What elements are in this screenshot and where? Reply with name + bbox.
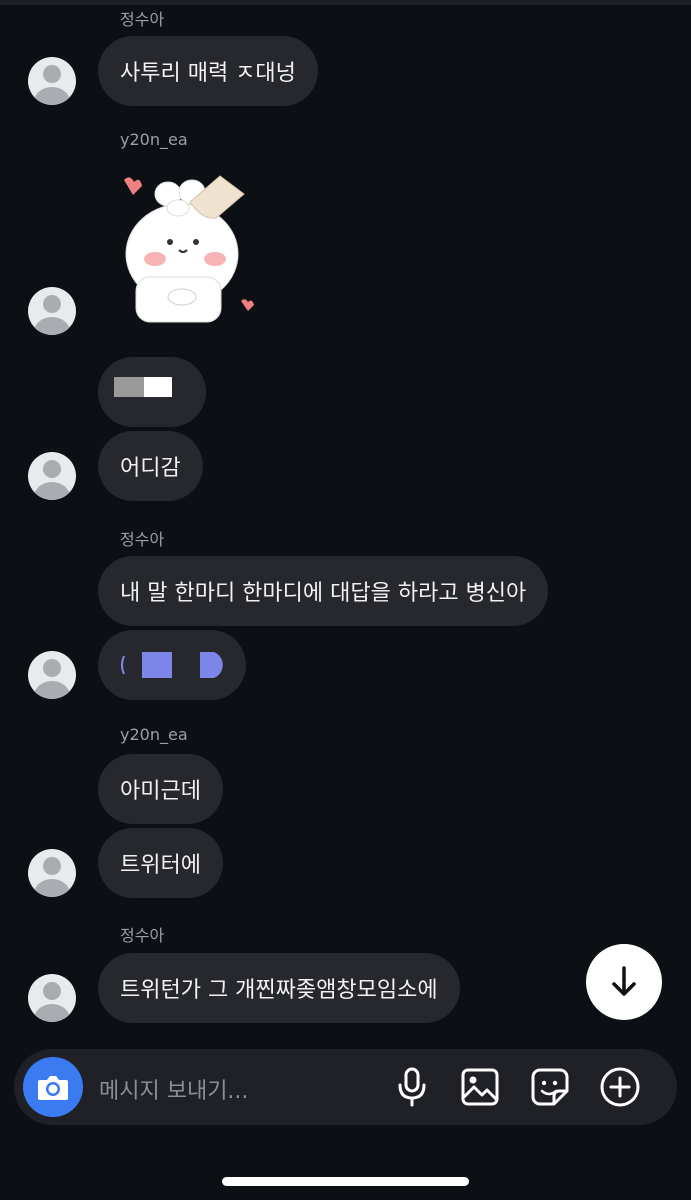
sticker-icon [531,1068,569,1106]
message-input[interactable]: 메시지 보내기... [99,1073,248,1105]
plus-button[interactable] [598,1065,642,1109]
camera-icon [38,1076,68,1100]
camera-button[interactable] [23,1057,83,1117]
avatar[interactable] [28,452,76,500]
message-bubble[interactable]: 트위턴가 그 개찐짜좆앰창모임소에 [98,953,460,1023]
message-bubble[interactable]: 아미근데 [98,754,223,824]
message-bubble[interactable]: 내 말 한마디 한마디에 대답을 하라고 병신아 [98,556,549,626]
avatar[interactable] [28,974,76,1022]
plus-circle-icon [600,1067,640,1107]
censored-message-bubble[interactable] [98,630,246,700]
arrow-down-icon [612,966,636,996]
home-indicator[interactable] [222,1177,469,1186]
sticker-button[interactable] [528,1065,572,1109]
censored-block [121,652,223,678]
avatar[interactable] [28,287,76,335]
censored-block [114,377,172,397]
sender-name: 정수아 [120,926,165,945]
bunny-sticker[interactable] [110,172,260,327]
message-bubble[interactable]: 어디감 [98,431,203,501]
scroll-to-bottom-button[interactable] [586,944,662,1020]
sender-name: y20n_ea [120,725,188,744]
sender-name: y20n_ea [120,130,188,149]
microphone-button[interactable] [390,1065,434,1109]
top-edge [0,0,691,5]
gallery-button[interactable] [458,1065,502,1109]
avatar[interactable] [28,849,76,897]
message-bubble[interactable]: 사투리 매력 ㅈ대넝 [98,36,318,106]
avatar[interactable] [28,651,76,699]
message-composer: 메시지 보내기... [14,1049,677,1125]
image-icon [461,1068,499,1106]
microphone-icon [398,1067,426,1107]
sender-name: 정수아 [120,10,165,29]
censored-message-bubble[interactable] [98,357,206,427]
avatar[interactable] [28,57,76,105]
message-bubble[interactable]: 트위터에 [98,828,223,898]
sender-name: 정수아 [120,530,165,549]
